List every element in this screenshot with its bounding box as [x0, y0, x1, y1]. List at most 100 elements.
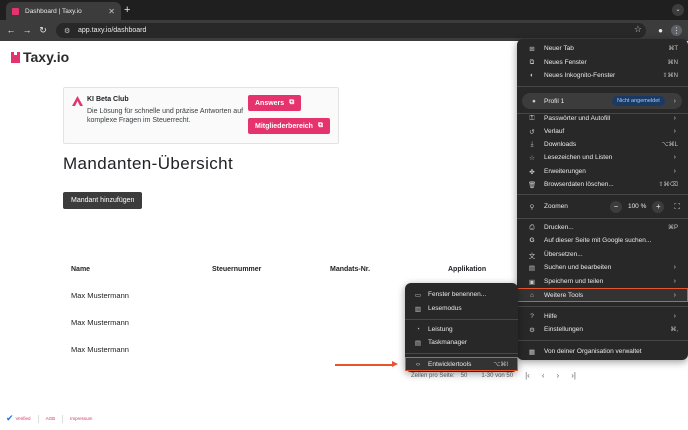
- footer-divider: [37, 414, 39, 423]
- not-signed-in-badge: Nicht angemeldet: [612, 96, 665, 106]
- url-text: app.taxy.io/dashboard: [78, 27, 147, 34]
- menu-item-save-share[interactable]: ▣ Speichern und teilen ›: [517, 275, 688, 288]
- menu-item-clear-data[interactable]: 🗑 Browserdaten löschen... ⇧⌘⌫: [517, 178, 688, 191]
- pagination-range: 1-30 von 50: [481, 372, 514, 379]
- zoom-out-button[interactable]: −: [609, 200, 622, 213]
- previous-page-icon[interactable]: ‹: [542, 371, 545, 380]
- chevron-right-icon: ›: [673, 154, 676, 161]
- menu-item-profile[interactable]: ● Profil 1 Nicht angemeldet ›: [522, 93, 682, 109]
- beta-club-description: Die Lösung für schnelle und präzise Antw…: [87, 108, 244, 124]
- menu-item-managed[interactable]: ▦ Von deiner Organisation verwaltet: [517, 345, 688, 358]
- rows-per-page-label: Zeilen pro Seite:: [411, 372, 455, 379]
- rows-per-page-select[interactable]: 50: [461, 373, 468, 379]
- menu-item-extensions[interactable]: ✤ Erweiterungen ›: [517, 165, 688, 178]
- tab-search-icon[interactable]: ⌄: [672, 4, 684, 16]
- menu-item-zoom: ⚲ Zoomen − 100 % + ⛶: [529, 200, 680, 213]
- new-window-icon: ⧉: [529, 58, 535, 66]
- taxy-logo[interactable]: Taxy.io: [11, 49, 69, 65]
- submenu-item-name-window[interactable]: ▭ Fenster benennen...: [405, 288, 518, 301]
- menu-divider: [405, 353, 518, 354]
- table-row[interactable]: Max Mustermann: [71, 318, 129, 327]
- next-page-icon[interactable]: ›: [557, 371, 560, 380]
- menu-item-help[interactable]: ? Hilfe ›: [517, 310, 688, 323]
- answers-button[interactable]: Answers ⧉: [248, 95, 302, 111]
- printer-icon: ⎙: [529, 223, 535, 231]
- chrome-menu: ⊞ Neuer Tab ⌘T ⧉ Neues Fenster ⌘N ◐ Neue…: [517, 39, 688, 360]
- submenu-item-performance[interactable]: ◔ Leistung: [405, 323, 518, 336]
- bookmark-star-icon[interactable]: ☆: [634, 24, 642, 35]
- column-header-name[interactable]: Name: [71, 266, 90, 273]
- last-page-icon[interactable]: ›|: [571, 371, 576, 380]
- menu-item-bookmarks[interactable]: ☆ Lesezeichen und Listen ›: [517, 151, 688, 164]
- tab-dashboard[interactable]: Dashboard | Taxy.io ✕: [6, 2, 121, 20]
- menu-divider: [405, 319, 518, 320]
- add-client-button[interactable]: Mandant hinzufügen: [63, 192, 143, 209]
- menu-item-new-window[interactable]: ⧉ Neues Fenster ⌘N: [517, 56, 688, 69]
- menu-item-history[interactable]: ↺ Verlauf ›: [517, 125, 688, 138]
- menu-item-print[interactable]: ⎙ Drucken... ⌘P: [517, 221, 688, 234]
- verified-check-icon: ✔: [6, 413, 14, 423]
- history-icon: ↺: [529, 128, 535, 136]
- profile-avatar-icon: ●: [532, 97, 536, 105]
- forward-icon[interactable]: →: [21, 24, 33, 36]
- footer-verified[interactable]: Verified: [16, 416, 31, 421]
- help-icon: ?: [530, 313, 534, 320]
- footer-agb-link[interactable]: AGB: [46, 416, 56, 421]
- gear-icon: ⚙: [529, 326, 535, 334]
- beta-club-logo-icon: [72, 96, 83, 106]
- taxy-logo-icon: [11, 51, 20, 63]
- chevron-right-icon: ›: [673, 291, 676, 299]
- menu-item-more-tools[interactable]: ⌂ Weitere Tools ›: [517, 288, 688, 302]
- member-area-button[interactable]: Mitgliederbereich ⧉: [248, 118, 330, 134]
- menu-item-translate[interactable]: 文 Übersetzen...: [517, 248, 688, 261]
- menu-item-find-edit[interactable]: ▤ Suchen und bearbeiten ›: [517, 261, 688, 274]
- task-manager-icon: ▤: [414, 339, 422, 347]
- reload-icon[interactable]: ↻: [37, 24, 49, 36]
- menu-item-passwords[interactable]: ⚿ Passwörter und Autofill ›: [517, 112, 688, 125]
- back-icon[interactable]: ←: [5, 24, 17, 36]
- submenu-item-devtools[interactable]: ‹› Entwicklertools ⌥⌘I: [405, 357, 518, 371]
- table-row[interactable]: Max Mustermann: [71, 345, 129, 354]
- member-area-button-label: Mitgliederbereich: [255, 122, 313, 130]
- browser-toolbar: ← → ↻ ⚙ app.taxy.io/dashboard ☆ ● ⋮: [0, 20, 688, 41]
- download-icon: ⤓: [530, 140, 534, 148]
- column-header-mandate-number[interactable]: Mandats-Nr.: [330, 266, 370, 273]
- menu-divider: [517, 86, 688, 87]
- menu-item-settings[interactable]: ⚙ Einstellungen ⌘,: [517, 323, 688, 336]
- code-icon: ‹›: [415, 360, 421, 368]
- pagination: Zeilen pro Seite: 50 1-30 von 50 |‹ ‹ › …: [411, 371, 576, 380]
- menu-item-incognito[interactable]: ◐ Neues Inkognito-Fenster ⇧⌘N: [517, 69, 688, 82]
- site-info-icon[interactable]: ⚙: [64, 27, 72, 35]
- zoom-in-button[interactable]: +: [652, 200, 665, 213]
- column-header-application[interactable]: Applikation: [448, 266, 486, 273]
- submenu-item-task-manager[interactable]: ▤ Taskmanager: [405, 336, 518, 349]
- table-row[interactable]: Max Mustermann: [71, 291, 129, 300]
- column-header-tax-number[interactable]: Steuernummer: [212, 266, 261, 273]
- new-tab-icon: ⊞: [529, 45, 535, 53]
- new-tab-button[interactable]: +: [124, 3, 130, 17]
- profile-icon[interactable]: ●: [655, 25, 666, 36]
- menu-item-new-tab[interactable]: ⊞ Neuer Tab ⌘T: [517, 42, 688, 55]
- annotation-arrow-head: [392, 361, 398, 367]
- address-bar[interactable]: ⚙ app.taxy.io/dashboard ☆: [56, 23, 646, 38]
- menu-item-google-search[interactable]: G Auf dieser Seite mit Google suchen...: [517, 234, 688, 247]
- page-footer: ✔ Verified AGB Impressum: [6, 413, 92, 424]
- puzzle-icon: ✤: [529, 168, 535, 176]
- fullscreen-icon[interactable]: ⛶: [674, 202, 680, 212]
- key-icon: ⚿: [529, 114, 535, 122]
- menu-item-downloads[interactable]: ⤓ Downloads ⌥⌘L: [517, 138, 688, 151]
- tab-strip: Dashboard | Taxy.io ✕ + ⌄: [0, 0, 688, 20]
- zoom-icon: ⚲: [529, 203, 535, 211]
- zoom-controls: − 100 % + ⛶: [609, 200, 680, 213]
- find-icon: ▤: [528, 264, 536, 272]
- submenu-item-reading-mode[interactable]: ▥ Lesemodus: [405, 302, 518, 315]
- tab-close-icon[interactable]: ✕: [108, 7, 115, 16]
- first-page-icon[interactable]: |‹: [525, 371, 530, 380]
- menu-divider: [517, 306, 688, 307]
- zoom-value: 100 %: [627, 203, 647, 210]
- footer-impressum-link[interactable]: Impressum: [70, 416, 92, 421]
- chevron-right-icon: ›: [673, 115, 676, 122]
- chrome-menu-icon[interactable]: ⋮: [671, 25, 682, 36]
- chevron-right-icon: ›: [673, 128, 676, 135]
- chevron-right-icon: ›: [673, 313, 676, 320]
